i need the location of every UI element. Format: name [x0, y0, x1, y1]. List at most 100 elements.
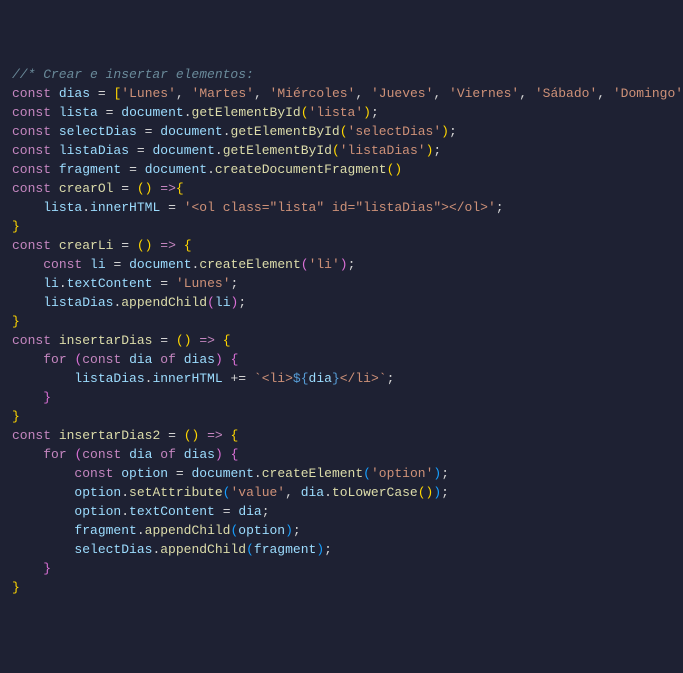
code-token: crearLi — [59, 238, 114, 253]
code-token: . — [184, 105, 192, 120]
code-token: ) — [215, 352, 223, 367]
code-line: } — [12, 388, 671, 407]
code-token: . — [215, 143, 223, 158]
code-token — [246, 371, 254, 386]
code-token: 'value' — [230, 485, 285, 500]
code-token: () — [387, 162, 403, 177]
code-line: option.textContent = dia; — [12, 502, 671, 521]
code-token — [223, 447, 231, 462]
code-token — [137, 162, 145, 177]
code-token: => — [199, 333, 215, 348]
code-line: listaDias.innerHTML += `<li>${dia}</li>`… — [12, 369, 671, 388]
code-token: dia — [301, 485, 324, 500]
code-token — [160, 428, 168, 443]
code-token — [82, 257, 90, 272]
code-token — [51, 181, 59, 196]
code-token: getElementById — [192, 105, 301, 120]
code-token: fragment — [74, 523, 136, 538]
code-token: createElement — [262, 466, 363, 481]
code-token: listaDias — [43, 295, 113, 310]
code-token: , — [176, 86, 192, 101]
code-token: fragment — [254, 542, 316, 557]
code-token: const — [12, 333, 51, 348]
code-editor[interactable]: //* Crear e insertar elementos:const dia… — [12, 65, 671, 597]
code-line: } — [12, 407, 671, 426]
code-token — [168, 276, 176, 291]
code-token: lista — [59, 105, 98, 120]
code-token: dia — [309, 371, 332, 386]
code-token: document — [192, 466, 254, 481]
code-token: li — [90, 257, 106, 272]
code-token: , — [355, 86, 371, 101]
code-token — [129, 238, 137, 253]
code-token — [223, 352, 231, 367]
code-token: 'listaDias' — [340, 143, 426, 158]
code-token: 'Domingo' — [613, 86, 683, 101]
code-token: } — [12, 219, 20, 234]
code-token: ( — [340, 124, 348, 139]
code-token — [51, 86, 59, 101]
code-token: => — [160, 238, 176, 253]
code-line: const insertarDias2 = () => { — [12, 426, 671, 445]
code-token: = — [160, 333, 168, 348]
code-token: = — [129, 162, 137, 177]
code-token: </li>` — [340, 371, 387, 386]
code-token: document — [160, 124, 222, 139]
code-token — [51, 428, 59, 443]
code-token: , — [433, 86, 449, 101]
code-token — [168, 466, 176, 481]
code-token: 'option' — [371, 466, 433, 481]
code-token: ; — [387, 371, 395, 386]
code-token: toLowerCase — [332, 485, 418, 500]
code-token: 'lista' — [309, 105, 364, 120]
code-token: { — [223, 333, 231, 348]
code-token — [176, 200, 184, 215]
code-token: document — [145, 162, 207, 177]
code-token: { — [184, 238, 192, 253]
code-token: document — [152, 143, 214, 158]
code-token — [51, 162, 59, 177]
code-line: const crearLi = () => { — [12, 236, 671, 255]
code-token: `<li> — [254, 371, 293, 386]
code-token — [121, 257, 129, 272]
code-token: ) — [215, 447, 223, 462]
code-line: } — [12, 217, 671, 236]
code-token: appendChild — [121, 295, 207, 310]
code-token: dias — [184, 447, 215, 462]
code-token: ) — [441, 124, 449, 139]
code-token: , — [519, 86, 535, 101]
code-token: . — [121, 504, 129, 519]
code-token: const — [82, 352, 121, 367]
code-line: const lista = document.getElementById('l… — [12, 103, 671, 122]
code-line: for (const dia of dias) { — [12, 445, 671, 464]
code-token — [51, 333, 59, 348]
code-token: 'Martes' — [192, 86, 254, 101]
code-token: } — [12, 314, 20, 329]
code-token: const — [82, 447, 121, 462]
code-token: () — [137, 238, 153, 253]
code-token: ; — [238, 295, 246, 310]
code-token: option — [238, 523, 285, 538]
code-token: ; — [348, 257, 356, 272]
code-token: () — [176, 333, 192, 348]
code-token: dia — [129, 352, 152, 367]
code-token: . — [223, 124, 231, 139]
code-token: = — [176, 466, 184, 481]
code-token: selectDias — [74, 542, 152, 557]
code-token: () — [184, 428, 200, 443]
code-token: document — [129, 257, 191, 272]
code-token: = — [121, 181, 129, 196]
code-token: ) — [433, 485, 441, 500]
code-token: ; — [449, 124, 457, 139]
code-token: { — [176, 181, 184, 196]
code-token — [168, 333, 176, 348]
code-token: ; — [371, 105, 379, 120]
code-token: { — [231, 352, 239, 367]
code-token: of — [160, 447, 176, 462]
code-token: setAttribute — [129, 485, 223, 500]
code-token — [129, 143, 137, 158]
code-token — [176, 352, 184, 367]
code-token — [215, 333, 223, 348]
code-token: li — [43, 276, 59, 291]
code-token: ; — [496, 200, 504, 215]
